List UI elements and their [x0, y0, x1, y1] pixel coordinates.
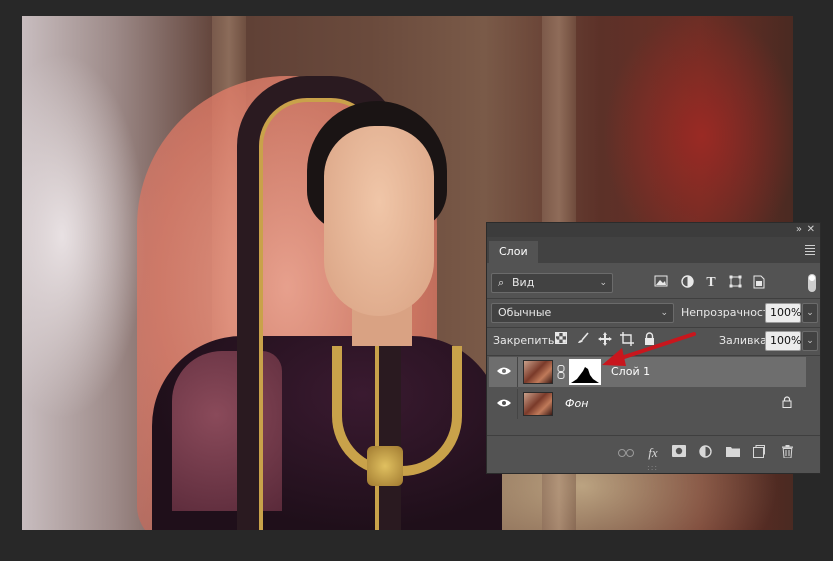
fill-input[interactable]: 100%: [765, 331, 801, 351]
layers-panel: » ✕ Слои ⌕ Вид ⌄ T Обычные ⌄ Непрозрачно…: [486, 222, 821, 474]
divider: [487, 355, 820, 356]
chevron-down-icon: ⌄: [660, 308, 668, 318]
opacity-input[interactable]: 100%: [765, 303, 801, 323]
lock-transparent-pixels-icon[interactable]: [553, 332, 569, 348]
lock-label: Закрепить:: [493, 334, 559, 347]
mask-link-icon[interactable]: [557, 365, 565, 382]
visibility-eye-icon[interactable]: [497, 365, 511, 379]
search-icon: ⌕: [498, 276, 505, 289]
visibility-eye-icon[interactable]: [497, 397, 511, 411]
new-layer-icon[interactable]: [751, 445, 767, 461]
divider: [487, 298, 820, 299]
smart-object-filter-icon[interactable]: [751, 275, 767, 291]
layer-name[interactable]: Фон: [565, 397, 588, 410]
add-mask-icon[interactable]: [671, 445, 687, 461]
adjustment-layer-icon[interactable]: [697, 445, 713, 461]
shape-filter-icon[interactable]: [727, 275, 743, 291]
layer-row-layer-1[interactable]: Слой 1: [489, 357, 806, 387]
collapse-panel-icon[interactable]: »: [796, 224, 802, 236]
link-layers-icon[interactable]: [618, 445, 634, 461]
divider: [487, 435, 820, 436]
prevent-autonest-icon[interactable]: [619, 332, 635, 348]
filter-kind-label: Вид: [512, 276, 535, 289]
resize-grip-icon[interactable]: :::: [647, 463, 658, 472]
layer-thumbnail[interactable]: [523, 392, 553, 416]
layer-name[interactable]: Слой 1: [611, 365, 650, 378]
fx-icon[interactable]: fx: [645, 445, 661, 461]
lock-position-icon[interactable]: [597, 332, 613, 348]
photo-face: [324, 126, 434, 316]
layer-thumbnail[interactable]: [523, 360, 553, 384]
adjustment-filter-icon[interactable]: [679, 275, 695, 291]
blend-mode-select[interactable]: Обычные ⌄: [491, 303, 674, 323]
fill-label: Заливка:: [719, 334, 771, 347]
type-filter-icon[interactable]: T: [703, 275, 719, 291]
layer-lock-icon[interactable]: [782, 396, 792, 411]
image-filter-icon[interactable]: [653, 275, 669, 291]
lock-image-pixels-icon[interactable]: [575, 332, 591, 348]
group-folder-icon[interactable]: [725, 445, 741, 461]
tab-layers[interactable]: Слои: [489, 241, 538, 263]
lock-all-icon[interactable]: [641, 332, 657, 348]
trash-icon[interactable]: [779, 445, 795, 461]
blend-mode-value: Обычные: [498, 306, 552, 319]
chevron-down-icon: ⌄: [599, 278, 607, 288]
close-panel-icon[interactable]: ✕: [807, 224, 815, 236]
photo-pendant: [367, 446, 403, 486]
divider: [517, 389, 518, 419]
divider: [517, 357, 518, 387]
panel-tab-bar: Слои: [487, 237, 820, 263]
fill-dropdown-icon[interactable]: ⌄: [802, 331, 818, 351]
filter-kind-select[interactable]: ⌕ Вид ⌄: [491, 273, 613, 293]
divider: [487, 327, 820, 328]
opacity-dropdown-icon[interactable]: ⌄: [802, 303, 818, 323]
panel-title-bar[interactable]: » ✕: [487, 223, 820, 237]
filter-toggle-switch[interactable]: [808, 274, 816, 292]
layer-row-background[interactable]: Фон: [489, 389, 806, 419]
layer-mask-thumbnail[interactable]: [569, 359, 601, 385]
panel-menu-icon[interactable]: [805, 245, 815, 257]
